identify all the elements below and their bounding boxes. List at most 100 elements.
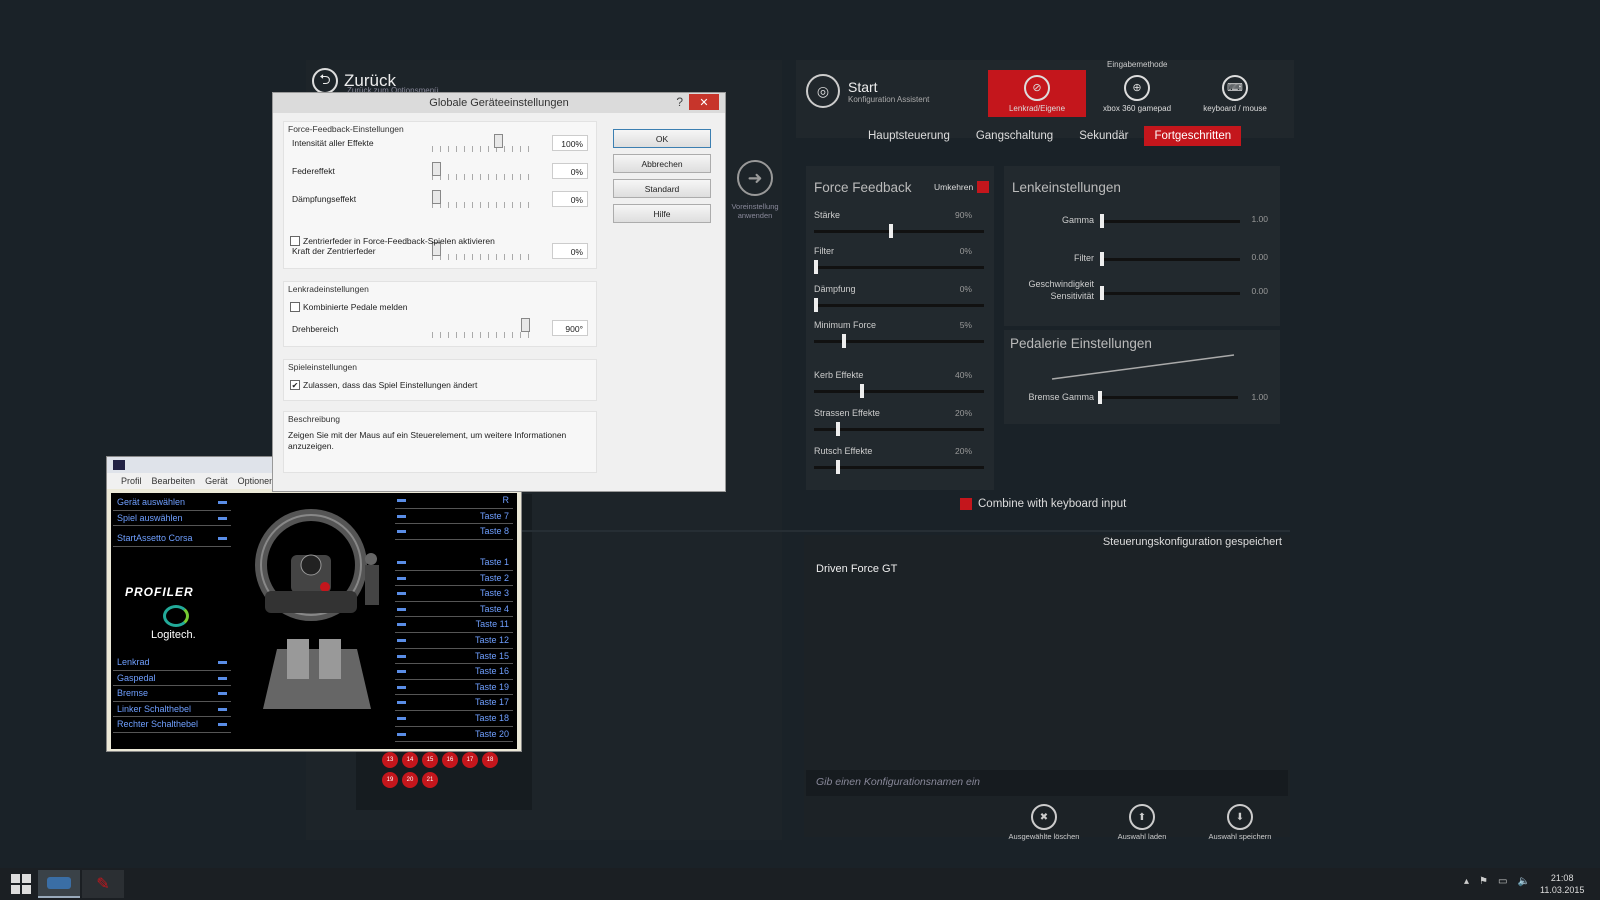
slider-knob[interactable] [835,422,840,436]
row-value[interactable]: 0% [552,243,588,259]
list-item[interactable]: Taste 1 [395,555,513,571]
cancel-button[interactable]: Abbrechen [613,154,711,173]
list-item[interactable]: Bremse [113,686,231,702]
row-thumb[interactable] [432,190,441,204]
slider-knob[interactable] [860,384,865,398]
volume-icon[interactable]: 🔈 [1517,876,1529,887]
list-item[interactable]: Lenkrad [113,655,231,671]
list-item[interactable]: Taste 8 [395,524,513,540]
lenk-slider[interactable]: Gamma 1.00 [1004,212,1280,242]
racing-app-taskbar-icon[interactable]: ✎ [82,870,124,898]
red-button[interactable]: 18 [482,752,498,768]
row-thumb[interactable] [432,162,441,176]
ok-button[interactable]: OK [613,129,711,148]
row-value[interactable]: 0% [552,191,588,207]
red-button[interactable]: 21 [422,772,438,788]
help-button[interactable]: Hilfe [613,204,711,223]
list-item[interactable]: Gaspedal [113,671,231,686]
red-button[interactable]: 16 [442,752,458,768]
method-gamepad[interactable]: ⊕ xbox 360 gamepad [1088,70,1186,117]
invert-checkbox[interactable] [977,181,990,193]
list-item[interactable]: StartAssetto Corsa [113,531,231,547]
list-item[interactable]: R [395,493,513,509]
allow-game-checkbox[interactable]: ✔ Zulassen, dass das Spiel Einstellungen… [290,380,477,390]
help-icon[interactable]: ? [676,95,683,109]
red-button[interactable]: 13 [382,752,398,768]
row-thumb[interactable] [494,134,504,148]
invert-toggle[interactable]: Umkehren [934,181,990,193]
list-item[interactable]: Gerät auswählen [113,495,231,511]
list-item[interactable]: Taste 7 [395,509,513,525]
method-wheel[interactable]: ⊘ Lenkrad/Eigene [988,70,1086,117]
network-icon[interactable]: ▭ [1498,876,1507,887]
tab-sekundaer[interactable]: Sekundär [1069,126,1138,146]
checkbox-box[interactable] [290,302,300,312]
tab-hauptsteuerung[interactable]: Hauptsteuerung [858,126,960,146]
start-button[interactable]: ◎ Start Konfiguration Assistent [806,74,929,108]
list-item[interactable]: Taste 17 [395,695,513,711]
config-item[interactable]: Driven Force GT [816,563,897,575]
combine-keyboard-toggle[interactable]: Combine with keyboard input [960,498,1126,510]
delete-selected-button[interactable]: ✖ Ausgewählte löschen [1004,804,1084,841]
range-thumb[interactable] [521,318,531,332]
flag-icon[interactable]: ⚑ [1479,876,1488,887]
list-item[interactable]: Taste 3 [395,586,513,602]
red-button[interactable]: 15 [422,752,438,768]
brake-gamma-slider[interactable]: Bremse Gamma 1.00 [1004,388,1280,418]
menu-geraet[interactable]: Gerät [205,476,228,486]
list-item[interactable]: Rechter Schalthebel [113,717,231,733]
profiler-taskbar-icon[interactable] [38,870,80,898]
menu-bearbeiten[interactable]: Bearbeiten [152,476,196,486]
red-button[interactable]: 14 [402,752,418,768]
checkbox-box[interactable] [290,236,300,246]
red-button[interactable]: 19 [382,772,398,788]
list-item[interactable]: Taste 11 [395,617,513,633]
slider-knob[interactable] [1100,252,1104,266]
list-item[interactable]: Taste 4 [395,602,513,618]
list-item[interactable]: Taste 12 [395,633,513,649]
apply-preset-button[interactable]: ➜ Voreinstellung anwenden [730,160,780,220]
slider-knob[interactable] [814,260,818,274]
list-item[interactable]: Taste 18 [395,711,513,727]
tab-fortgeschritten[interactable]: Fortgeschritten [1144,126,1242,146]
clock[interactable]: 21:08 11.03.2015 [1540,872,1584,896]
profiler-top-list: Gerät auswählen Spiel auswählen StartAss… [113,495,231,547]
standard-button[interactable]: Standard [613,179,711,198]
list-item[interactable]: Taste 16 [395,664,513,680]
slider-knob[interactable] [835,460,840,474]
slider-knob[interactable] [1100,214,1104,228]
range-value[interactable]: 900° [552,320,588,336]
menu-profil[interactable]: Profil [121,476,142,486]
config-name-input[interactable]: Gib einen Konfigurationsnamen ein [806,770,1288,796]
tab-gangschaltung[interactable]: Gangschaltung [966,126,1063,146]
red-button[interactable]: 20 [402,772,418,788]
close-button[interactable]: ✕ [689,94,719,110]
tray-arrow-icon[interactable]: ▴ [1464,876,1469,887]
load-selection-button[interactable]: ⬆ Auswahl laden [1102,804,1182,841]
checkbox-box-checked[interactable]: ✔ [290,380,300,390]
lenk-slider[interactable]: Filter 0.00 [1004,250,1280,280]
list-item[interactable]: Linker Schalthebel [113,702,231,717]
combine-checkbox[interactable] [960,498,972,510]
windows-start-icon[interactable] [0,870,42,898]
row-value[interactable]: 100% [552,135,588,151]
list-item[interactable]: Taste 2 [395,571,513,587]
row-value[interactable]: 0% [552,163,588,179]
list-item[interactable]: Taste 20 [395,727,513,743]
method-keyboard[interactable]: ⌨ keyboard / mouse [1186,70,1284,117]
menu-optionen[interactable]: Optionen [238,476,275,486]
list-item[interactable]: Spiel auswählen [113,511,231,526]
brake-gamma-knob[interactable] [1098,391,1102,404]
red-button[interactable]: 17 [462,752,478,768]
slider-knob[interactable] [1100,286,1104,300]
combined-pedals-checkbox[interactable]: Kombinierte Pedale melden [290,302,407,312]
slider-knob[interactable] [842,334,847,348]
save-selection-button[interactable]: ⬇ Auswahl speichern [1200,804,1280,841]
lenk-slider[interactable]: Geschwindigkeit Sensitivität 0.00 [1004,279,1280,314]
slider-knob[interactable] [814,298,818,312]
game-group-title: Spieleinstellungen [288,362,357,372]
slider-knob[interactable] [888,224,893,238]
center-spring-checkbox[interactable]: Zentrierfeder in Force-Feedback-Spielen … [290,236,495,246]
list-item[interactable]: Taste 19 [395,680,513,696]
list-item[interactable]: Taste 15 [395,649,513,665]
